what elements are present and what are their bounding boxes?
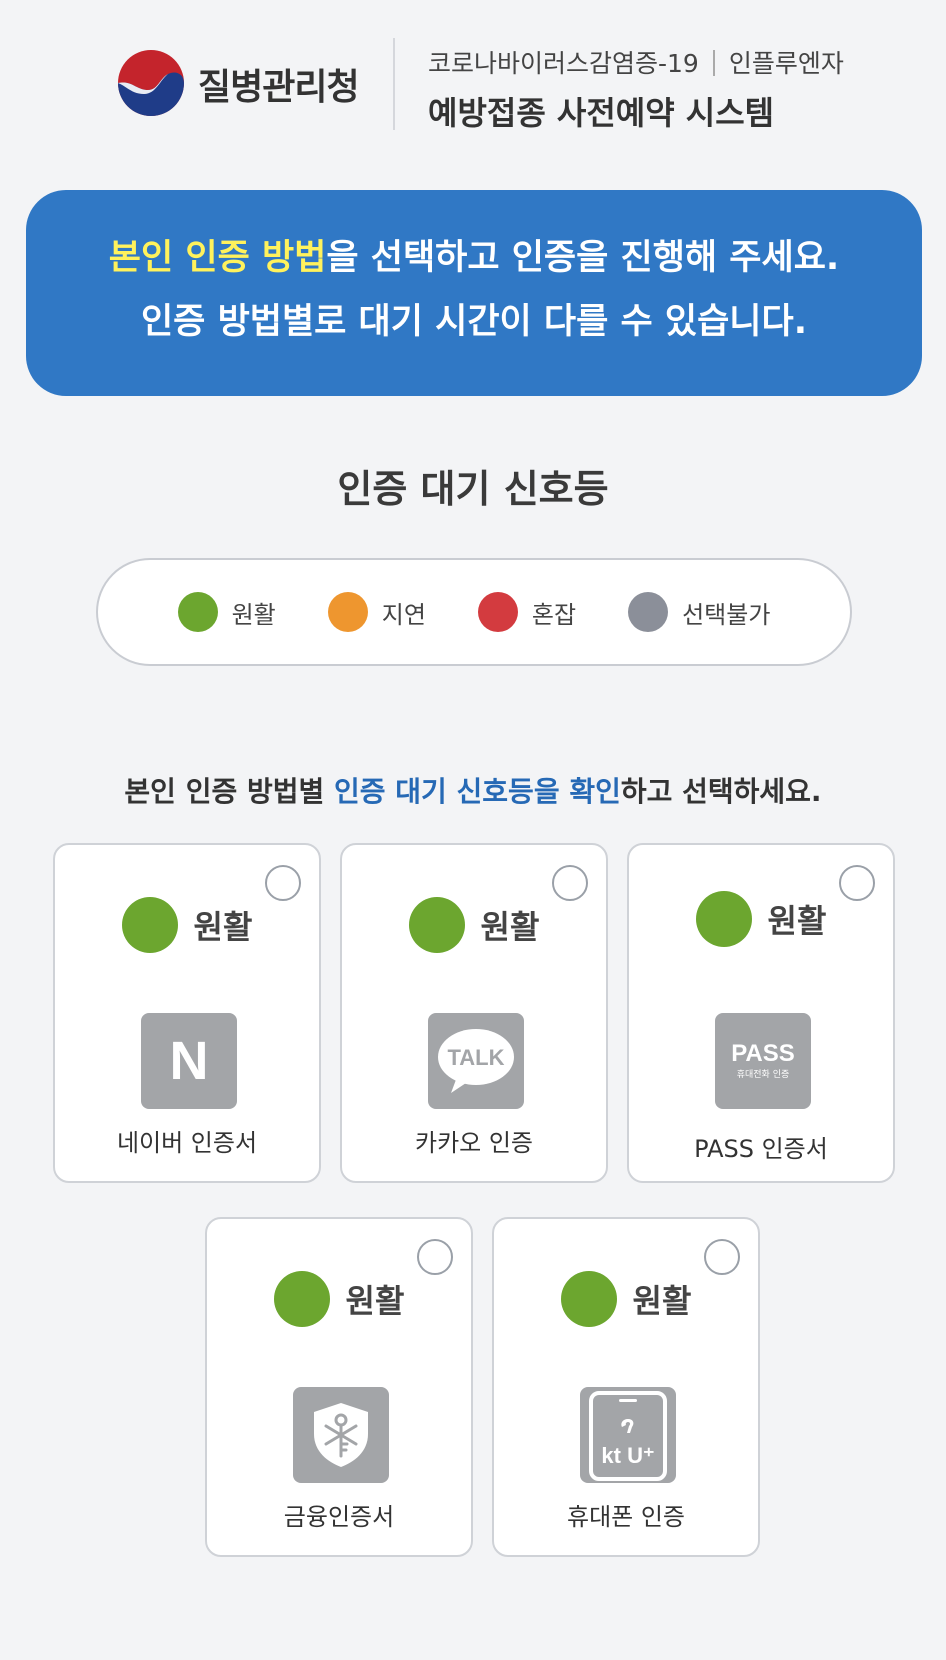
mobile-phone-icon: kt U⁺ [580,1387,676,1483]
pass-icon-subtext: 휴대전화 인증 [736,1070,790,1080]
signal-legend: 원활 지연 혼잡 선택불가 [96,558,852,666]
method-card-kakao[interactable]: 원활 TALK 카카오 인증 [340,843,608,1183]
naver-icon-letter: N [169,1031,209,1091]
green-dot-icon [408,897,465,953]
method-radio[interactable] [417,1239,453,1275]
guide-prefix: 본인 인증 방법별 [124,775,334,808]
signal-title: 인증 대기 신호등 [337,467,609,511]
subtitle-separator [712,50,715,76]
gray-dot-icon [628,592,669,632]
header-divider [393,38,395,130]
header-subtitle: 코로나바이러스감염증-19 인플루엔자 [428,44,844,80]
header: 질병관리청 코로나바이러스감염증-19 인플루엔자 예방접종 사전예약 시스템 [0,0,946,160]
method-label: 금융인증서 [283,1503,395,1531]
government-logo-icon [118,50,184,116]
legend-item-delayed: 지연 [327,592,426,632]
green-dot-icon [560,1271,617,1327]
banner-highlight: 본인 인증 방법 [108,238,327,278]
legend-label: 지연 [381,600,426,629]
legend-label: 원활 [231,600,276,629]
method-radio[interactable] [704,1239,740,1275]
green-dot-icon [121,897,178,953]
method-card-pass[interactable]: 원활 PASS 휴대전화 인증 PASS 인증서 [627,843,895,1183]
wait-status: 원활 [342,897,606,953]
org-name: 질병관리청 [198,67,360,108]
banner-line-1-rest: 을 선택하고 인증을 진행해 주세요. [326,238,840,278]
wait-status: 원활 [629,891,893,947]
method-radio[interactable] [265,865,301,901]
wait-status: 원활 [55,897,319,953]
subtitle-influenza: 인플루엔자 [728,49,844,78]
instruction-banner: 본인 인증 방법을 선택하고 인증을 진행해 주세요. 인증 방법별로 대기 시… [26,190,922,396]
wait-status: 원활 [494,1271,758,1327]
guide-highlight: 인증 대기 신호등을 확인 [334,775,621,808]
selection-guide: 본인 인증 방법별 인증 대기 신호등을 확인하고 선택하세요. [0,770,946,810]
method-card-naver[interactable]: 원활 N 네이버 인증서 [53,843,321,1183]
subtitle-covid: 코로나바이러스감염증-19 [428,49,699,78]
shield-key-icon [314,1403,368,1467]
legend-item-smooth: 원활 [177,592,276,632]
banner-line-1: 본인 인증 방법을 선택하고 인증을 진행해 주세요. [26,226,922,290]
method-card-mobile[interactable]: 원활 kt U⁺ 휴대폰 인증 [492,1217,760,1557]
green-dot-icon [177,592,218,632]
status-label: 원활 [193,908,253,946]
legend-label: 선택불가 [682,600,771,629]
status-label: 원활 [767,902,827,940]
orange-dot-icon [327,592,368,632]
guide-suffix: 하고 선택하세요. [620,775,822,808]
method-radio[interactable] [552,865,588,901]
status-label: 원활 [345,1282,405,1320]
speech-bubble-icon: TALK [438,1029,514,1093]
legend-item-congested: 혼잡 [477,592,577,632]
green-dot-icon [695,891,752,947]
naver-icon: N [141,1013,237,1109]
method-card-financial-cert[interactable]: 원활 금융인증서 [205,1217,473,1557]
method-label: 네이버 인증서 [116,1129,258,1157]
status-label: 원활 [632,1282,692,1320]
kakao-icon-text: TALK [447,1045,504,1070]
wait-status: 원활 [207,1271,471,1327]
pass-icon-text: PASS [731,1040,795,1067]
financial-cert-icon [293,1387,389,1483]
method-label: 휴대폰 인증 [566,1503,686,1531]
method-label: 카카오 인증 [414,1129,534,1157]
system-title: 예방접종 사전예약 시스템 [428,94,775,132]
method-label: PASS 인증서 [694,1135,828,1163]
legend-item-unavailable: 선택불가 [628,592,770,632]
status-label: 원활 [480,908,540,946]
pass-icon: PASS 휴대전화 인증 [715,1013,811,1109]
carrier-icon-text: kt U⁺ [601,1443,654,1468]
legend-label: 혼잡 [531,600,577,629]
banner-line-2: 인증 방법별로 대기 시간이 다를 수 있습니다. [140,302,807,342]
green-dot-icon [273,1271,330,1327]
kakao-talk-icon: TALK [428,1013,524,1109]
phone-carrier-icon: kt U⁺ [589,1391,667,1481]
red-dot-icon [477,592,518,632]
